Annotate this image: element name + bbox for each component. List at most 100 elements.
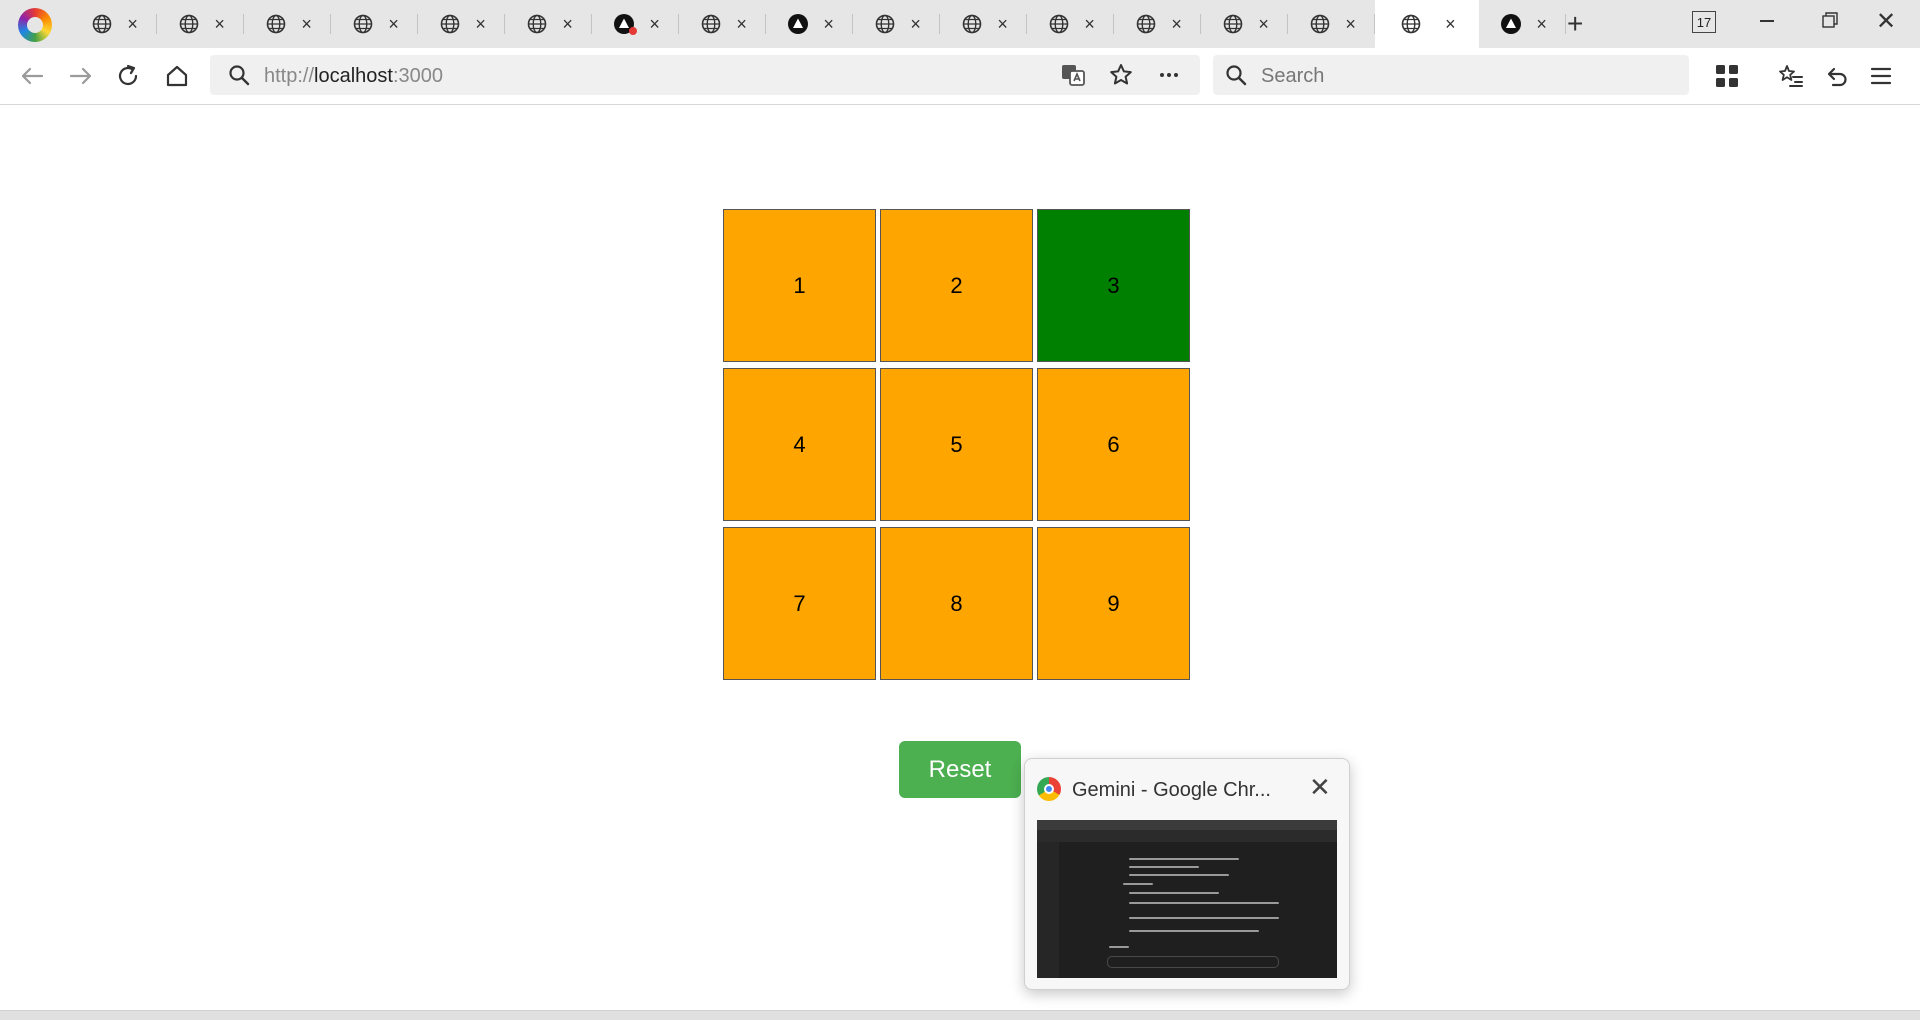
url-scheme: http:// bbox=[264, 65, 315, 87]
tab[interactable]: × bbox=[157, 0, 244, 48]
notification-dot-icon bbox=[629, 27, 638, 35]
globe-icon bbox=[439, 13, 461, 35]
reset-button[interactable]: Reset bbox=[899, 741, 1021, 798]
tab-close-button[interactable]: × bbox=[301, 15, 312, 33]
search-placeholder: Search bbox=[1261, 65, 1325, 87]
tab-close-button[interactable]: × bbox=[1445, 15, 1456, 33]
tab-close-button[interactable]: × bbox=[823, 15, 834, 33]
tab[interactable]: × bbox=[940, 0, 1027, 48]
tab[interactable]: × bbox=[1288, 0, 1375, 48]
thumbnail-text-line bbox=[1129, 858, 1239, 860]
globe-icon bbox=[1048, 13, 1070, 35]
grid-cell-8[interactable]: 8 bbox=[880, 527, 1033, 680]
new-tab-button[interactable]: + bbox=[1567, 10, 1583, 38]
apps-grid-icon[interactable] bbox=[1714, 63, 1740, 89]
tab-close-button[interactable]: × bbox=[1345, 15, 1356, 33]
tab-strip: × × × × × × × × × × × × × × × × × + 17 ✕ bbox=[0, 0, 1920, 48]
tab-close-button[interactable]: × bbox=[1171, 15, 1182, 33]
tab-active[interactable]: × bbox=[1375, 0, 1479, 48]
back-arrow-icon[interactable] bbox=[18, 62, 46, 90]
search-bar[interactable]: Search bbox=[1213, 55, 1689, 95]
globe-icon bbox=[1135, 13, 1157, 35]
preview-title: Gemini - Google Chr... bbox=[1072, 779, 1271, 801]
globe-icon bbox=[526, 13, 548, 35]
tab-close-button[interactable]: × bbox=[1536, 15, 1547, 33]
tab[interactable]: × bbox=[244, 0, 331, 48]
grid-cell-5[interactable]: 5 bbox=[880, 368, 1033, 521]
tab[interactable]: × bbox=[1479, 0, 1566, 48]
browser-toolbar: http://localhost:3000 Search bbox=[0, 48, 1920, 105]
address-bar[interactable]: http://localhost:3000 bbox=[210, 55, 1200, 95]
favorites-list-icon[interactable] bbox=[1778, 63, 1804, 89]
tab[interactable]: × bbox=[1114, 0, 1201, 48]
triangle-logo-icon bbox=[1500, 13, 1522, 35]
tab[interactable]: × bbox=[766, 0, 853, 48]
undo-icon[interactable] bbox=[1823, 63, 1849, 89]
forward-arrow-icon[interactable] bbox=[67, 62, 95, 90]
reload-icon[interactable] bbox=[114, 62, 142, 90]
tab[interactable]: × bbox=[1027, 0, 1114, 48]
tab-close-button[interactable]: × bbox=[475, 15, 486, 33]
tab[interactable]: × bbox=[331, 0, 418, 48]
preview-close-button[interactable]: ✕ bbox=[1309, 774, 1331, 800]
url-port: :3000 bbox=[392, 65, 444, 87]
tab[interactable]: × bbox=[592, 0, 679, 48]
window-thumbnail[interactable] bbox=[1037, 820, 1337, 978]
grid-cell-7[interactable]: 7 bbox=[723, 527, 876, 680]
tab-close-button[interactable]: × bbox=[562, 15, 573, 33]
browser-logo-icon[interactable] bbox=[18, 8, 52, 42]
window-minimize-button[interactable] bbox=[1760, 20, 1774, 22]
thumbnail-text-line bbox=[1129, 892, 1219, 894]
star-icon[interactable] bbox=[1108, 62, 1134, 88]
translate-icon[interactable] bbox=[1060, 62, 1086, 88]
tab-close-button[interactable]: × bbox=[910, 15, 921, 33]
window-close-button[interactable]: ✕ bbox=[1876, 10, 1896, 34]
globe-icon bbox=[1400, 13, 1422, 35]
tab-close-button[interactable]: × bbox=[997, 15, 1008, 33]
search-icon bbox=[1226, 65, 1247, 86]
grid-cell-3[interactable]: 3 bbox=[1037, 209, 1190, 362]
tab[interactable]: × bbox=[418, 0, 505, 48]
tab[interactable]: × bbox=[505, 0, 592, 48]
tab-close-button[interactable]: × bbox=[214, 15, 225, 33]
thumbnail-sidebar bbox=[1037, 842, 1059, 978]
tab[interactable]: × bbox=[853, 0, 940, 48]
tab-list: × × × × × × × × × × × × × × × × × bbox=[70, 0, 1566, 48]
more-options-icon[interactable] bbox=[1156, 62, 1182, 88]
tab[interactable]: × bbox=[70, 0, 157, 48]
thumbnail-text-line bbox=[1123, 883, 1153, 885]
url-host: localhost bbox=[314, 65, 393, 87]
thumbnail-text-line bbox=[1109, 946, 1129, 948]
home-icon[interactable] bbox=[163, 62, 191, 90]
globe-icon bbox=[1222, 13, 1244, 35]
thumbnail-text-line bbox=[1129, 917, 1279, 919]
grid-cell-9[interactable]: 9 bbox=[1037, 527, 1190, 680]
tab-close-button[interactable]: × bbox=[649, 15, 660, 33]
grid-cell-1[interactable]: 1 bbox=[723, 209, 876, 362]
tab-close-button[interactable]: × bbox=[736, 15, 747, 33]
grid-cell-4[interactable]: 4 bbox=[723, 368, 876, 521]
url-text[interactable]: http://localhost:3000 bbox=[264, 65, 443, 88]
grid-cell-2[interactable]: 2 bbox=[880, 209, 1033, 362]
globe-icon bbox=[961, 13, 983, 35]
tab-close-button[interactable]: × bbox=[388, 15, 399, 33]
search-icon bbox=[229, 65, 250, 86]
globe-icon bbox=[1309, 13, 1331, 35]
triangle-logo-icon bbox=[787, 13, 809, 35]
tab-close-button[interactable]: × bbox=[1258, 15, 1269, 33]
menu-icon[interactable] bbox=[1868, 63, 1894, 89]
tab[interactable]: × bbox=[1201, 0, 1288, 48]
number-grid: 123 456 789 bbox=[723, 209, 1190, 680]
grid-cell-6[interactable]: 6 bbox=[1037, 368, 1190, 521]
tab-count-badge[interactable]: 17 bbox=[1692, 11, 1716, 33]
tab-close-button[interactable]: × bbox=[127, 15, 138, 33]
tab[interactable]: × bbox=[679, 0, 766, 48]
globe-icon bbox=[874, 13, 896, 35]
tab-close-button[interactable]: × bbox=[1084, 15, 1095, 33]
thumbnail-text-line bbox=[1129, 874, 1229, 876]
thumbnail-text-line bbox=[1129, 866, 1199, 868]
globe-icon bbox=[178, 13, 200, 35]
window-preview-popup[interactable]: Gemini - Google Chr... ✕ bbox=[1024, 758, 1350, 990]
chrome-icon bbox=[1037, 777, 1061, 801]
window-restore-button[interactable] bbox=[1822, 12, 1838, 28]
